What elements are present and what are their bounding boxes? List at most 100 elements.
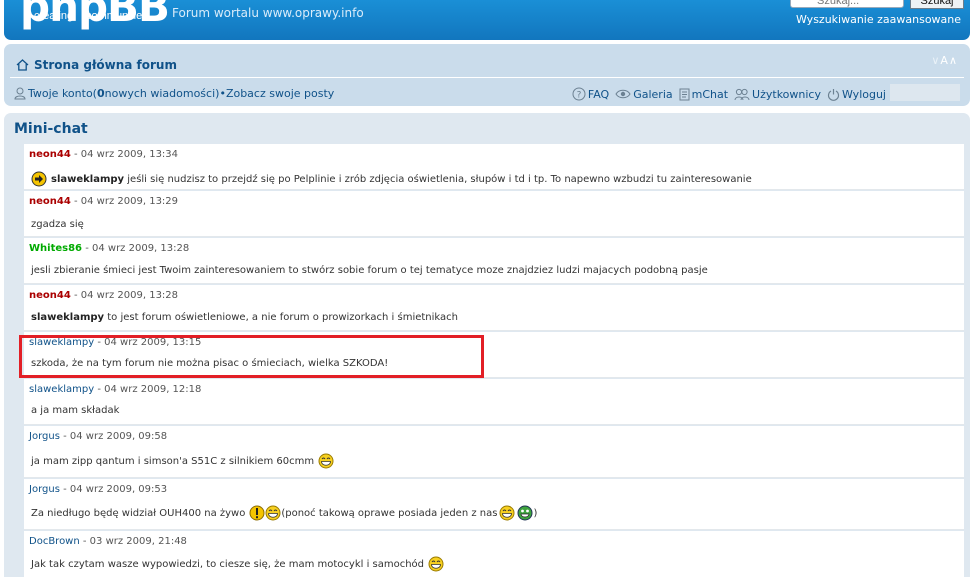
power-icon: [827, 88, 840, 101]
message-meta: DocBrown - 03 wrz 2009, 21:48: [29, 536, 187, 547]
logout-label: Wyloguj: [842, 87, 886, 101]
search-input[interactable]: Szukaj...: [790, 0, 904, 8]
message-meta: slaweklampy - 04 wrz 2009, 12:18: [29, 384, 201, 395]
message-text: Jak tak czytam wasze wypowiedzi, to cies…: [31, 558, 425, 570]
message-meta: neon44 - 04 wrz 2009, 13:34: [29, 149, 178, 160]
message-date: - 04 wrz 2009, 09:53: [59, 484, 168, 495]
message-author[interactable]: DocBrown: [29, 536, 80, 547]
grin-smiley-icon: [265, 505, 281, 521]
mentioned-user[interactable]: slaweklampy: [51, 174, 124, 185]
redacted-username: [890, 84, 960, 101]
site-logo[interactable]: phpBB creating communities: [20, 0, 170, 40]
nav-divider: [10, 77, 964, 78]
message-author[interactable]: neon44: [29, 149, 71, 160]
user-links: Twoje konto ( 0 nowych wiadomości) • Zob…: [14, 87, 334, 100]
users-icon: [734, 88, 750, 100]
font-size-control[interactable]: ∨A∧: [931, 54, 958, 67]
faq-label: FAQ: [587, 87, 610, 101]
svg-text:?: ?: [577, 91, 582, 101]
logo-sub-right: communities: [86, 10, 148, 22]
message-text-continued: (ponoć takową oprawe posiada jeden z nas: [281, 507, 498, 519]
message-text: zgadza się: [31, 219, 84, 230]
chat-message: slaweklampy - 04 wrz 2009, 12:18 a ja mam…: [24, 379, 964, 425]
green-grin-smiley-icon: [517, 505, 533, 521]
mini-chat-title: Mini-chat: [14, 121, 88, 137]
users-link[interactable]: Użytkownicy: [734, 88, 821, 101]
message-meta: Jorgus - 04 wrz 2009, 09:58: [29, 431, 167, 442]
font-size-label: A: [940, 54, 949, 67]
message-body: Za niedługo będę widział OUH400 na żywo (…: [31, 505, 537, 521]
your-posts-link[interactable]: Zobacz swoje posty: [226, 87, 334, 100]
home-icon: [16, 59, 29, 71]
message-author[interactable]: Jorgus: [29, 484, 60, 495]
logout-link[interactable]: Wyloguj: [827, 88, 886, 101]
new-messages-link[interactable]: nowych wiadomości): [105, 87, 220, 100]
message-meta: Whites86 - 04 wrz 2009, 13:28: [29, 243, 189, 254]
message-text: jeśli się nudzisz to przejdź się po Pelp…: [124, 173, 752, 185]
message-text: a ja mam składak: [31, 405, 120, 416]
site-header: phpBB creating communities Forum wortalu…: [4, 0, 970, 40]
message-body: slaweklampy jeśli się nudzisz to przejdź…: [31, 171, 752, 187]
grin-smiley-icon: [318, 453, 334, 469]
users-label: Użytkownicy: [752, 87, 821, 101]
chat-message: Jorgus - 04 wrz 2009, 09:53 Za niedługo b…: [24, 479, 964, 530]
my-account-link[interactable]: Twoje konto: [28, 87, 93, 100]
chat-message: neon44 - 04 wrz 2009, 13:28 slaweklampy t…: [24, 285, 964, 331]
message-text: jesli zbieranie śmieci jest Twoim zainte…: [31, 265, 708, 276]
message-meta: neon44 - 04 wrz 2009, 13:28: [29, 290, 178, 301]
message-meta: neon44 - 04 wrz 2009, 13:29: [29, 196, 178, 207]
exclamation-smiley-icon: [249, 505, 265, 521]
breadcrumb[interactable]: Strona główna forum: [16, 58, 177, 72]
message-date: - 04 wrz 2009, 13:29: [70, 196, 179, 207]
logo-sub-left: creating: [34, 10, 74, 22]
new-messages-count[interactable]: 0: [97, 87, 105, 100]
message-text: to jest forum oświetleniowe, a nie forum…: [104, 312, 458, 323]
message-body: jesli zbieranie śmieci jest Twoim zainte…: [31, 265, 708, 276]
advanced-search-link[interactable]: Wyszukiwanie zaawansowane: [796, 13, 961, 26]
faq-icon: ?: [572, 87, 586, 101]
message-meta: Jorgus - 04 wrz 2009, 09:53: [29, 484, 167, 495]
eye-icon: [615, 89, 631, 99]
message-date: - 04 wrz 2009, 13:34: [70, 149, 179, 160]
message-author[interactable]: neon44: [29, 196, 71, 207]
message-text-end: ): [533, 507, 538, 519]
navbar: Strona główna forum ∨A∧ Twoje konto ( 0 …: [4, 44, 970, 106]
message-text: ja mam zipp qantum i simson'a S51C z sil…: [31, 455, 315, 467]
chat-message: Jorgus - 04 wrz 2009, 09:58 ja mam zipp q…: [24, 426, 964, 478]
nav-links: ? FAQ Galeria mChat Użytkownicy Wyloguj: [572, 87, 886, 101]
message-body: Jak tak czytam wasze wypowiedzi, to cies…: [31, 556, 444, 572]
site-description: Forum wortalu www.oprawy.info: [172, 6, 364, 20]
chat-icon: [679, 88, 690, 100]
gallery-label: Galeria: [633, 87, 673, 101]
font-size-increase-icon[interactable]: ∧: [949, 54, 958, 67]
gallery-link[interactable]: Galeria: [615, 87, 673, 101]
grin-smiley-icon: [499, 505, 515, 521]
chat-message: DocBrown - 03 wrz 2009, 21:48 Jak tak czy…: [24, 531, 964, 577]
message-body: a ja mam składak: [31, 405, 119, 416]
message-author[interactable]: Whites86: [29, 243, 82, 254]
message-author[interactable]: slaweklampy: [29, 384, 94, 395]
message-text: Za niedługo będę widział OUH400 na żywo: [31, 507, 246, 519]
arrow-smiley-icon: [31, 171, 47, 187]
mchat-label: mChat: [691, 87, 729, 101]
message-date: - 04 wrz 2009, 09:58: [59, 431, 168, 442]
chat-message: Whites86 - 04 wrz 2009, 13:28 jesli zbier…: [24, 238, 964, 284]
search-button[interactable]: Szukaj: [910, 0, 964, 9]
mentioned-user[interactable]: slaweklampy: [31, 312, 104, 323]
message-author[interactable]: Jorgus: [29, 431, 60, 442]
mchat-link[interactable]: mChat: [679, 88, 728, 101]
message-author[interactable]: neon44: [29, 290, 71, 301]
message-body: ja mam zipp qantum i simson'a S51C z sil…: [31, 453, 334, 469]
breadcrumb-home[interactable]: Strona główna forum: [34, 58, 177, 72]
grin-smiley-icon: [428, 556, 444, 572]
message-date: - 04 wrz 2009, 13:28: [70, 290, 179, 301]
message-date: - 04 wrz 2009, 12:18: [94, 384, 202, 395]
forum-page: phpBB creating communities Forum wortalu…: [0, 0, 974, 577]
message-date: - 04 wrz 2009, 13:28: [82, 243, 190, 254]
highlight-box: [19, 335, 484, 378]
faq-link[interactable]: ? FAQ: [572, 87, 609, 101]
chat-message: neon44 - 04 wrz 2009, 13:29 zgadza się: [24, 191, 964, 237]
message-body: zgadza się: [31, 219, 84, 230]
user-icon: [14, 87, 26, 100]
chat-message: neon44 - 04 wrz 2009, 13:34 slaweklampy j…: [24, 144, 964, 190]
